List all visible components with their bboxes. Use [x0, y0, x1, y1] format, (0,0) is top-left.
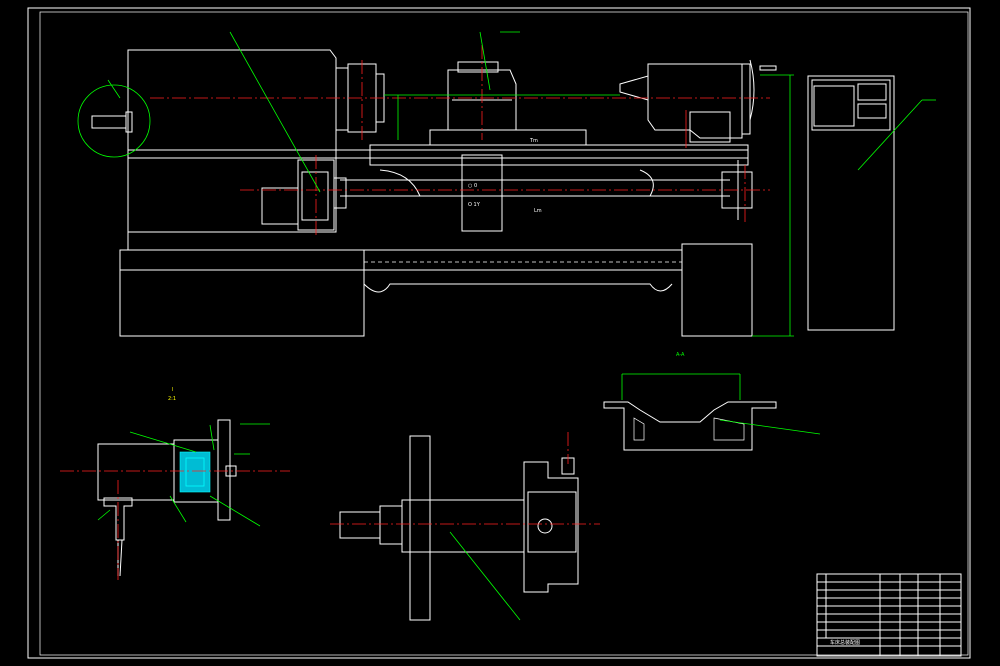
apron	[461, 154, 503, 232]
inner-frame	[39, 11, 969, 656]
title-block: 车床总装配图	[816, 573, 962, 657]
rail-label: Tm	[529, 138, 538, 144]
section-A-A: A-A	[603, 352, 821, 451]
bed-label: Lm	[534, 208, 542, 214]
carriage-mark-top: ○ 0	[468, 183, 477, 189]
title-block-name: 车床总装配图	[830, 639, 860, 646]
carriage-mark-bottom: O 1Y	[468, 202, 481, 208]
lathe-assembly-drawing: ○ 0 O 1Y Lm Tm I 2:1 A-A 车床总装配图	[0, 0, 1000, 666]
detail-I-view: I 2:1	[60, 387, 290, 580]
section-title: A-A	[676, 352, 685, 358]
outer-frame	[27, 7, 971, 659]
detail-circle-I	[77, 84, 151, 158]
control-cabinet	[807, 75, 936, 331]
tailstock-detail-view	[330, 432, 600, 621]
detail-title: I	[172, 387, 173, 393]
detail-scale: 2:1	[168, 396, 176, 402]
lathe-main-view: ○ 0 O 1Y Lm Tm	[77, 31, 794, 337]
